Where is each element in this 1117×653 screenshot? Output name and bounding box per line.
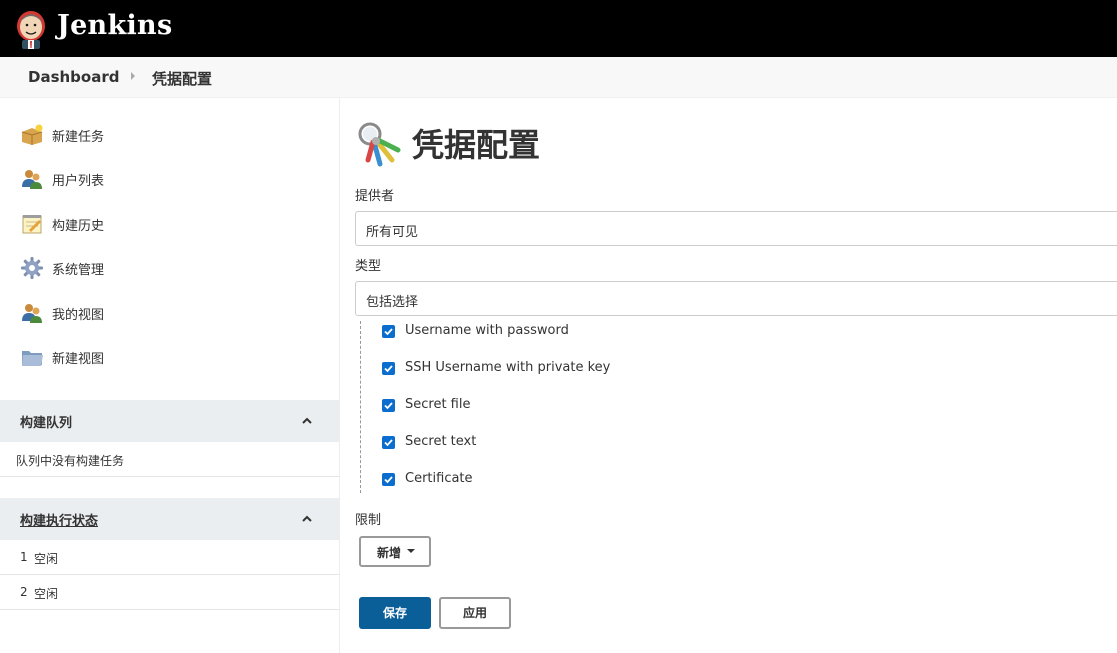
gear-icon xyxy=(21,257,43,279)
sidebar-item-new-job[interactable]: 新建任务 xyxy=(0,116,339,156)
build-queue-header[interactable]: 构建队列 xyxy=(0,400,339,442)
sidebar-item-label: 新建任务 xyxy=(52,130,105,145)
sidebar-item-new-view[interactable]: 新建视图 xyxy=(0,338,339,378)
types-select[interactable]: 包括选择 xyxy=(355,281,1117,316)
save-button[interactable]: 保存 xyxy=(359,597,431,629)
sidebar-item-manage-jenkins[interactable]: 系统管理 xyxy=(0,249,339,289)
build-queue-title: 构建队列 xyxy=(20,416,73,431)
breadcrumb: Dashboard 凭据配置 xyxy=(0,57,1117,98)
checkbox-checked-icon[interactable] xyxy=(382,362,395,375)
folder-icon xyxy=(22,351,43,366)
type-checkbox-label: Username with password xyxy=(405,323,569,338)
top-header: Jenkins xyxy=(0,0,1117,57)
sidebar-item-label: 系统管理 xyxy=(52,263,105,278)
types-checkbox-group: Username with password SSH Username with… xyxy=(360,321,1117,493)
apply-button[interactable]: 应用 xyxy=(439,597,511,629)
app-title[interactable]: Jenkins xyxy=(57,10,172,41)
providers-select[interactable]: 所有可见 xyxy=(355,211,1117,246)
build-queue-empty: 队列中没有构建任务 xyxy=(0,442,339,477)
main-panel: 凭据配置 提供者 所有可见 类型 包括选择 Username with pass… xyxy=(340,98,1117,653)
executor-status: 空闲 xyxy=(34,587,59,601)
executor-row: 1 空闲 xyxy=(0,540,339,575)
executor-index: 2 xyxy=(20,585,28,599)
notepad-icon xyxy=(22,215,42,234)
type-checkbox-label: Certificate xyxy=(405,471,473,486)
executor-status: 空闲 xyxy=(34,552,59,566)
providers-label: 提供者 xyxy=(355,189,395,204)
restrictions-label: 限制 xyxy=(355,513,382,528)
add-button-label: 新增 xyxy=(377,546,402,560)
sidebar-item-build-history[interactable]: 构建历史 xyxy=(0,205,339,245)
users-icon xyxy=(22,170,42,189)
sidebar: 新建任务 用户列表 构建历史 系统管理 我的视图 新建视图 构建队列 队列中没有… xyxy=(0,98,340,653)
breadcrumb-current[interactable]: 凭据配置 xyxy=(152,68,212,89)
sidebar-item-my-views[interactable]: 我的视图 xyxy=(0,294,339,334)
sidebar-item-label: 用户列表 xyxy=(52,174,105,189)
build-queue-empty-text: 队列中没有构建任务 xyxy=(16,454,125,468)
type-checkbox-label: Secret text xyxy=(405,434,477,449)
add-restriction-button[interactable]: 新增 xyxy=(359,536,431,567)
type-checkbox-label: SSH Username with private key xyxy=(405,360,611,375)
sidebar-item-label: 新建视图 xyxy=(52,352,105,367)
executor-index: 1 xyxy=(20,550,28,564)
credentials-keys-icon xyxy=(358,122,401,167)
checkbox-checked-icon[interactable] xyxy=(382,436,395,449)
new-package-icon xyxy=(21,124,43,145)
checkbox-checked-icon[interactable] xyxy=(382,325,395,338)
caret-down-icon xyxy=(407,549,415,553)
sidebar-item-label: 构建历史 xyxy=(52,219,105,234)
executors-title[interactable]: 构建执行状态 xyxy=(20,510,98,529)
page-title: 凭据配置 xyxy=(412,126,541,164)
chevron-up-icon[interactable] xyxy=(302,514,312,524)
breadcrumb-dashboard-link[interactable]: Dashboard xyxy=(28,68,119,86)
checkbox-checked-icon[interactable] xyxy=(382,473,395,486)
checkbox-checked-icon[interactable] xyxy=(382,399,395,412)
executor-row: 2 空闲 xyxy=(0,575,339,610)
jenkins-logo-icon[interactable] xyxy=(14,8,48,50)
executors-header[interactable]: 构建执行状态 xyxy=(0,498,339,540)
type-checkbox-label: Secret file xyxy=(405,397,471,412)
users-icon xyxy=(22,304,42,323)
types-label: 类型 xyxy=(355,259,382,274)
sidebar-item-people[interactable]: 用户列表 xyxy=(0,160,339,200)
sidebar-item-label: 我的视图 xyxy=(52,308,105,323)
chevron-up-icon[interactable] xyxy=(302,416,312,426)
breadcrumb-separator-icon xyxy=(131,72,135,80)
